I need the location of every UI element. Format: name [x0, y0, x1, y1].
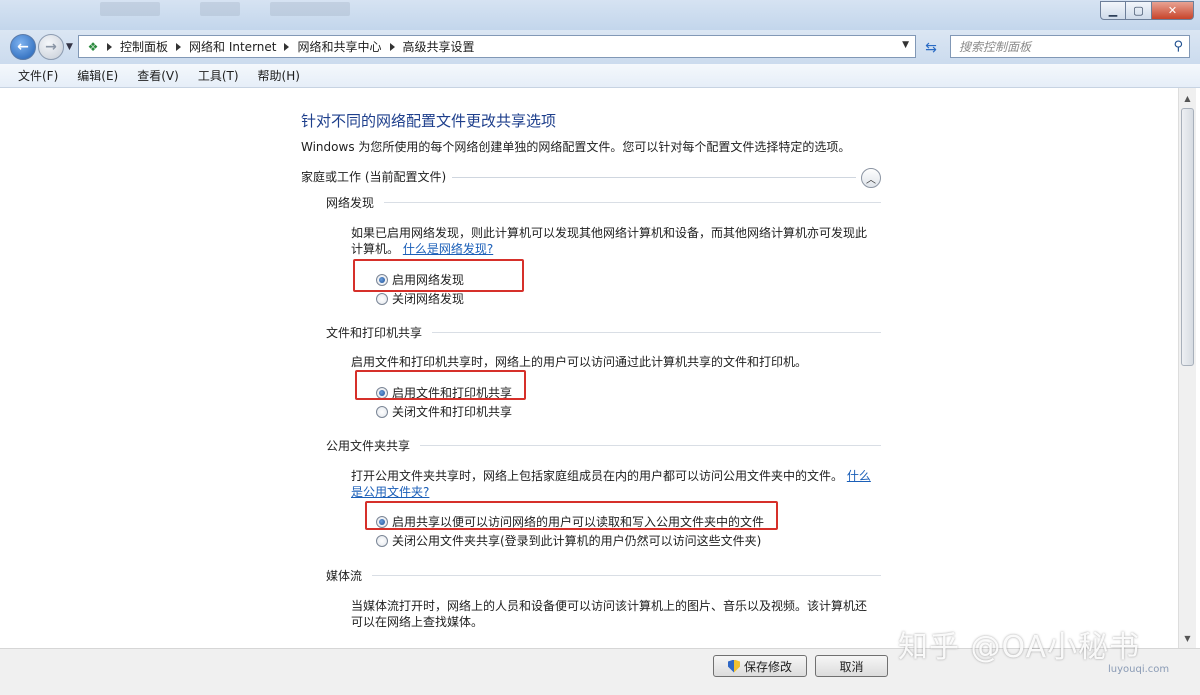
window-title-bar: ▁ ▢ ✕ — [0, 0, 1200, 30]
text-line: 打开公用文件夹共享时，网络上包括家庭组成员在内的用户都可以访问公用文件夹中的文件… — [351, 468, 881, 484]
section-title-file-printer-sharing: 文件和打印机共享 — [326, 326, 423, 340]
menu-edit[interactable]: 编辑(E) — [77, 67, 118, 84]
breadcrumb-separator-icon[interactable] — [389, 42, 395, 51]
blurred-title-area — [100, 2, 160, 16]
section-divider — [372, 575, 881, 576]
minimize-icon: ▁ — [1108, 4, 1118, 17]
menu-tools[interactable]: 工具(T) — [198, 67, 239, 84]
radio-unselected-icon[interactable] — [376, 292, 388, 305]
breadcrumb-network-internet[interactable]: 网络和 Internet — [189, 38, 276, 55]
section-divider — [384, 202, 881, 203]
radio-label: 关闭网络发现 — [392, 292, 465, 306]
text-line: 可以在网络上查找媒体。 — [351, 615, 484, 629]
close-button[interactable]: ✕ — [1152, 1, 1194, 20]
text-fragment: 打开公用文件夹共享时，网络上包括家庭组成员在内的用户都可以访问公用文件夹中的文件… — [351, 469, 844, 483]
collapse-profile-button[interactable]: ︿ — [861, 168, 881, 188]
breadcrumb-separator-icon[interactable] — [176, 42, 182, 51]
minimize-button[interactable]: ▁ — [1100, 1, 1126, 20]
section-text-public-folder-sharing: 打开公用文件夹共享时，网络上包括家庭组成员在内的用户都可以访问公用文件夹中的文件… — [351, 468, 881, 500]
recent-pages-dropdown[interactable]: ▼ — [66, 42, 73, 52]
navigation-bar: ← → ▼ ❖ 控制面板 网络和 Internet 网络和共享中心 高级共享设置… — [0, 30, 1200, 64]
menu-help[interactable]: 帮助(H) — [258, 67, 300, 84]
save-button-label: 保存修改 — [743, 659, 792, 674]
back-button[interactable]: ← — [10, 34, 36, 60]
highlight-box — [355, 370, 526, 400]
address-dropdown-icon[interactable]: ▼ — [902, 40, 909, 50]
section-title-public-folder-sharing: 公用文件夹共享 — [326, 439, 411, 453]
page-title: 针对不同的网络配置文件更改共享选项 — [301, 112, 557, 130]
radio-label: 关闭文件和打印机共享 — [392, 405, 513, 419]
breadcrumb-control-panel[interactable]: 控制面板 — [120, 38, 168, 55]
text-line: 当媒体流打开时，网络上的人员和设备便可以访问该计算机上的图片、音乐以及视频。该计… — [351, 599, 868, 613]
maximize-button[interactable]: ▢ — [1126, 1, 1152, 20]
what-is-public-folder-link[interactable]: 是公用文件夹? — [351, 485, 429, 499]
section-divider — [420, 445, 881, 446]
what-is-network-discovery-link[interactable]: 什么是网络发现? — [403, 242, 493, 256]
save-changes-button[interactable]: 保存修改 — [713, 655, 807, 677]
profile-divider — [452, 177, 856, 178]
page-description: Windows 为您所使用的每个网络创建单独的网络配置文件。您可以针对每个配置文… — [301, 140, 851, 154]
blurred-title-area — [200, 2, 240, 16]
radio-unselected-icon[interactable] — [376, 405, 388, 418]
breadcrumb-advanced-sharing[interactable]: 高级共享设置 — [403, 38, 475, 55]
watermark-url: luyouqi.com — [1108, 664, 1170, 675]
arrow-right-icon: → — [45, 39, 57, 55]
radio-unselected-icon[interactable] — [376, 534, 388, 547]
chevron-up-icon: ︿ — [866, 174, 876, 186]
content-area: 针对不同的网络配置文件更改共享选项 Windows 为您所使用的每个网络创建单独… — [0, 88, 1178, 648]
arrow-left-icon: ← — [17, 39, 29, 55]
section-divider — [432, 332, 881, 333]
text-line: 计算机。 什么是网络发现? — [351, 241, 881, 257]
blurred-title-area — [270, 2, 350, 16]
highlight-box — [353, 259, 524, 292]
scroll-down-icon[interactable]: ▼ — [1180, 630, 1195, 646]
cancel-button-label: 取消 — [839, 659, 864, 674]
uac-shield-icon — [727, 659, 740, 673]
search-box: ⚲ — [950, 35, 1190, 58]
breadcrumb-separator-icon[interactable] — [284, 42, 290, 51]
what-is-public-folder-link[interactable]: 什么 — [847, 469, 871, 483]
text-line: 是公用文件夹? — [351, 484, 881, 500]
network-icon: ❖ — [87, 39, 99, 54]
maximize-icon: ▢ — [1133, 4, 1144, 17]
refresh-icon: ⇆ — [925, 40, 937, 56]
radio-disable-public-folder-sharing[interactable]: 关闭公用文件夹共享(登录到此计算机的用户仍然可以访问这些文件夹) — [376, 532, 761, 549]
text-fragment: 计算机。 — [351, 242, 400, 256]
section-title-media-streaming: 媒体流 — [326, 569, 363, 583]
search-icon[interactable]: ⚲ — [1173, 39, 1183, 54]
section-text-network-discovery: 如果已启用网络发现，则此计算机可以发现其他网络计算机和设备，而其他网络计算机亦可… — [351, 225, 881, 257]
search-input[interactable] — [959, 39, 1159, 54]
highlight-box — [365, 501, 778, 530]
window-controls: ▁ ▢ ✕ — [1100, 1, 1194, 20]
address-bar[interactable]: ❖ 控制面板 网络和 Internet 网络和共享中心 高级共享设置 ▼ — [78, 35, 916, 58]
breadcrumb-network-sharing-center[interactable]: 网络和共享中心 — [297, 38, 381, 55]
cancel-button[interactable]: 取消 — [815, 655, 888, 677]
breadcrumb-separator-icon[interactable] — [107, 42, 112, 51]
profile-header: 家庭或工作 (当前配置文件) — [301, 170, 447, 184]
forward-button[interactable]: → — [38, 34, 64, 60]
chevron-down-icon: ▼ — [66, 42, 73, 52]
watermark: 知乎 @OA小秘书 — [898, 630, 1141, 665]
refresh-button[interactable]: ⇆ — [920, 38, 942, 58]
radio-label: 关闭公用文件夹共享(登录到此计算机的用户仍然可以访问这些文件夹) — [392, 534, 762, 548]
scroll-thumb[interactable] — [1181, 108, 1194, 366]
menu-bar: 文件(F) 编辑(E) 查看(V) 工具(T) 帮助(H) — [0, 64, 1200, 88]
section-text-media-streaming: 当媒体流打开时，网络上的人员和设备便可以访问该计算机上的图片、音乐以及视频。该计… — [351, 598, 881, 630]
radio-disable-network-discovery[interactable]: 关闭网络发现 — [376, 290, 464, 307]
menu-file[interactable]: 文件(F) — [18, 67, 58, 84]
section-title-network-discovery: 网络发现 — [326, 196, 375, 210]
menu-view[interactable]: 查看(V) — [137, 67, 179, 84]
section-text-file-printer-sharing: 启用文件和打印机共享时，网络上的用户可以访问通过此计算机共享的文件和打印机。 — [351, 355, 808, 369]
vertical-scrollbar[interactable]: ▲ ▼ — [1178, 88, 1196, 648]
close-icon: ✕ — [1167, 4, 1178, 17]
radio-disable-file-printer-sharing[interactable]: 关闭文件和打印机共享 — [376, 403, 512, 420]
text-line: 如果已启用网络发现，则此计算机可以发现其他网络计算机和设备，而其他网络计算机亦可… — [351, 226, 868, 240]
scroll-up-icon[interactable]: ▲ — [1180, 90, 1195, 106]
